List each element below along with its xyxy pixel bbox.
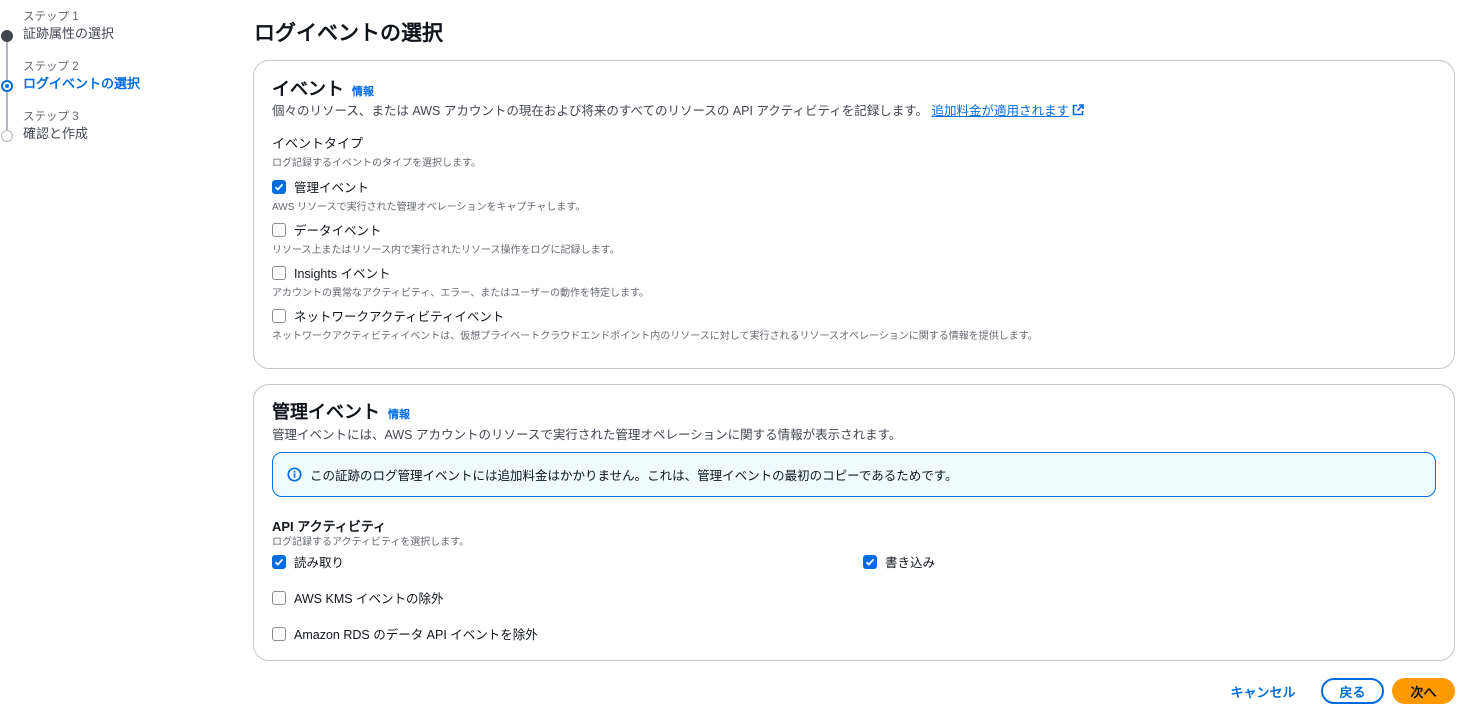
checkbox-unchecked-icon[interactable]	[272, 590, 286, 605]
checkbox-label: Insights イベント	[294, 267, 391, 281]
checkbox-checked-icon[interactable]	[272, 179, 286, 194]
checkbox-label: AWS KMS イベントの除外	[294, 592, 444, 606]
checkbox-checked-icon[interactable]	[863, 554, 877, 569]
wizard-steps: ステップ 1 証跡属性の選択 ステップ 2 ログイベントの選択 ステップ 3 確…	[0, 8, 220, 158]
read-checkbox[interactable]: 読み取り	[272, 552, 344, 571]
insights-events-checkbox[interactable]: Insights イベント	[272, 263, 391, 282]
back-button[interactable]: 戻る	[1321, 678, 1384, 704]
step-complete-icon	[1, 30, 13, 42]
step-title: 確認と作成	[23, 126, 89, 141]
event-type-label: イベントタイプ	[272, 136, 364, 151]
checkbox-unchecked-icon[interactable]	[272, 626, 286, 641]
checkbox-label: Amazon RDS のデータ API イベントを除外	[294, 628, 538, 642]
step-title: 証跡属性の選択	[23, 26, 115, 41]
write-checkbox[interactable]: 書き込み	[863, 552, 935, 571]
checkbox-description: ネットワークアクティビティイベントは、仮想プライベートクラウドエンドポイント内の…	[272, 331, 1038, 342]
description-text: 個々のリソース、または AWS アカウントの現在および将来のすべてのリソースの …	[272, 104, 929, 118]
step-number: ステップ 1	[23, 11, 79, 23]
step-title: ログイベントの選択	[23, 76, 141, 91]
checkbox-label: データイベント	[294, 224, 382, 238]
page-title: ログイベントの選択	[254, 22, 443, 45]
api-activity-hint: ログ記録するアクティビティを選択します。	[272, 537, 470, 548]
card-description: 個々のリソース、または AWS アカウントの現在および将来のすべてのリソースの …	[272, 100, 1084, 119]
step-pending-icon	[1, 130, 13, 142]
cancel-button[interactable]: キャンセル	[1222, 680, 1304, 702]
card-description: 管理イベントには、AWS アカウントのリソースで実行された管理オペレーションに関…	[272, 428, 902, 442]
info-link[interactable]: 情報	[352, 83, 374, 99]
management-events-checkbox[interactable]: 管理イベント	[272, 177, 369, 196]
exclude-kms-events-checkbox[interactable]: AWS KMS イベントの除外	[272, 588, 444, 607]
checkbox-label: 書き込み	[885, 556, 936, 570]
step-1[interactable]: ステップ 1 証跡属性の選択	[0, 8, 220, 58]
checkbox-checked-icon[interactable]	[272, 554, 286, 569]
info-link[interactable]: 情報	[388, 406, 410, 422]
checkbox-label: 読み取り	[294, 556, 345, 570]
next-button[interactable]: 次へ	[1392, 678, 1455, 704]
checkbox-description: リソース上またはリソース内で実行されたリソース操作をログに記録します。	[272, 245, 620, 256]
card-header: 管理イベント 情報	[272, 398, 410, 424]
step-3: ステップ 3 確認と作成	[0, 108, 220, 158]
info-alert: この証跡のログ管理イベントには追加料金はかかりません。これは、管理イベントの最初…	[272, 452, 1436, 497]
step-number: ステップ 3	[23, 111, 79, 123]
step-current-icon	[1, 80, 13, 92]
checkbox-unchecked-icon[interactable]	[272, 265, 286, 280]
card-title: 管理イベント	[272, 402, 380, 422]
step-2[interactable]: ステップ 2 ログイベントの選択	[0, 58, 220, 108]
checkbox-description: AWS リソースで実行された管理オペレーションをキャプチャします。	[272, 202, 586, 213]
pricing-link-text: 追加料金が適用されます	[931, 104, 1070, 118]
pricing-link[interactable]: 追加料金が適用されます	[932, 104, 1085, 118]
checkbox-description: アカウントの異常なアクティビティ、エラー、またはユーザーの動作を特定します。	[272, 288, 649, 299]
checkbox-label: 管理イベント	[294, 181, 370, 195]
info-icon	[287, 467, 302, 482]
events-card: イベント 情報 個々のリソース、または AWS アカウントの現在および将来のすべ…	[253, 60, 1455, 369]
checkbox-unchecked-icon[interactable]	[272, 308, 286, 323]
step-number: ステップ 2	[23, 61, 79, 73]
checkbox-label: ネットワークアクティビティイベント	[294, 310, 505, 324]
card-header: イベント 情報	[272, 75, 374, 101]
card-title: イベント	[272, 79, 344, 99]
management-events-card: 管理イベント 情報 管理イベントには、AWS アカウントのリソースで実行された管…	[253, 384, 1455, 661]
data-events-checkbox[interactable]: データイベント	[272, 220, 382, 239]
checkbox-unchecked-icon[interactable]	[272, 222, 286, 237]
network-activity-events-checkbox[interactable]: ネットワークアクティビティイベント	[272, 306, 504, 325]
exclude-rds-data-api-events-checkbox[interactable]: Amazon RDS のデータ API イベントを除外	[272, 624, 538, 643]
event-type-hint: ログ記録するイベントのタイプを選択します。	[272, 158, 481, 169]
external-link-icon	[1072, 104, 1084, 119]
alert-text: この証跡のログ管理イベントには追加料金はかかりません。これは、管理イベントの最初…	[310, 469, 958, 483]
